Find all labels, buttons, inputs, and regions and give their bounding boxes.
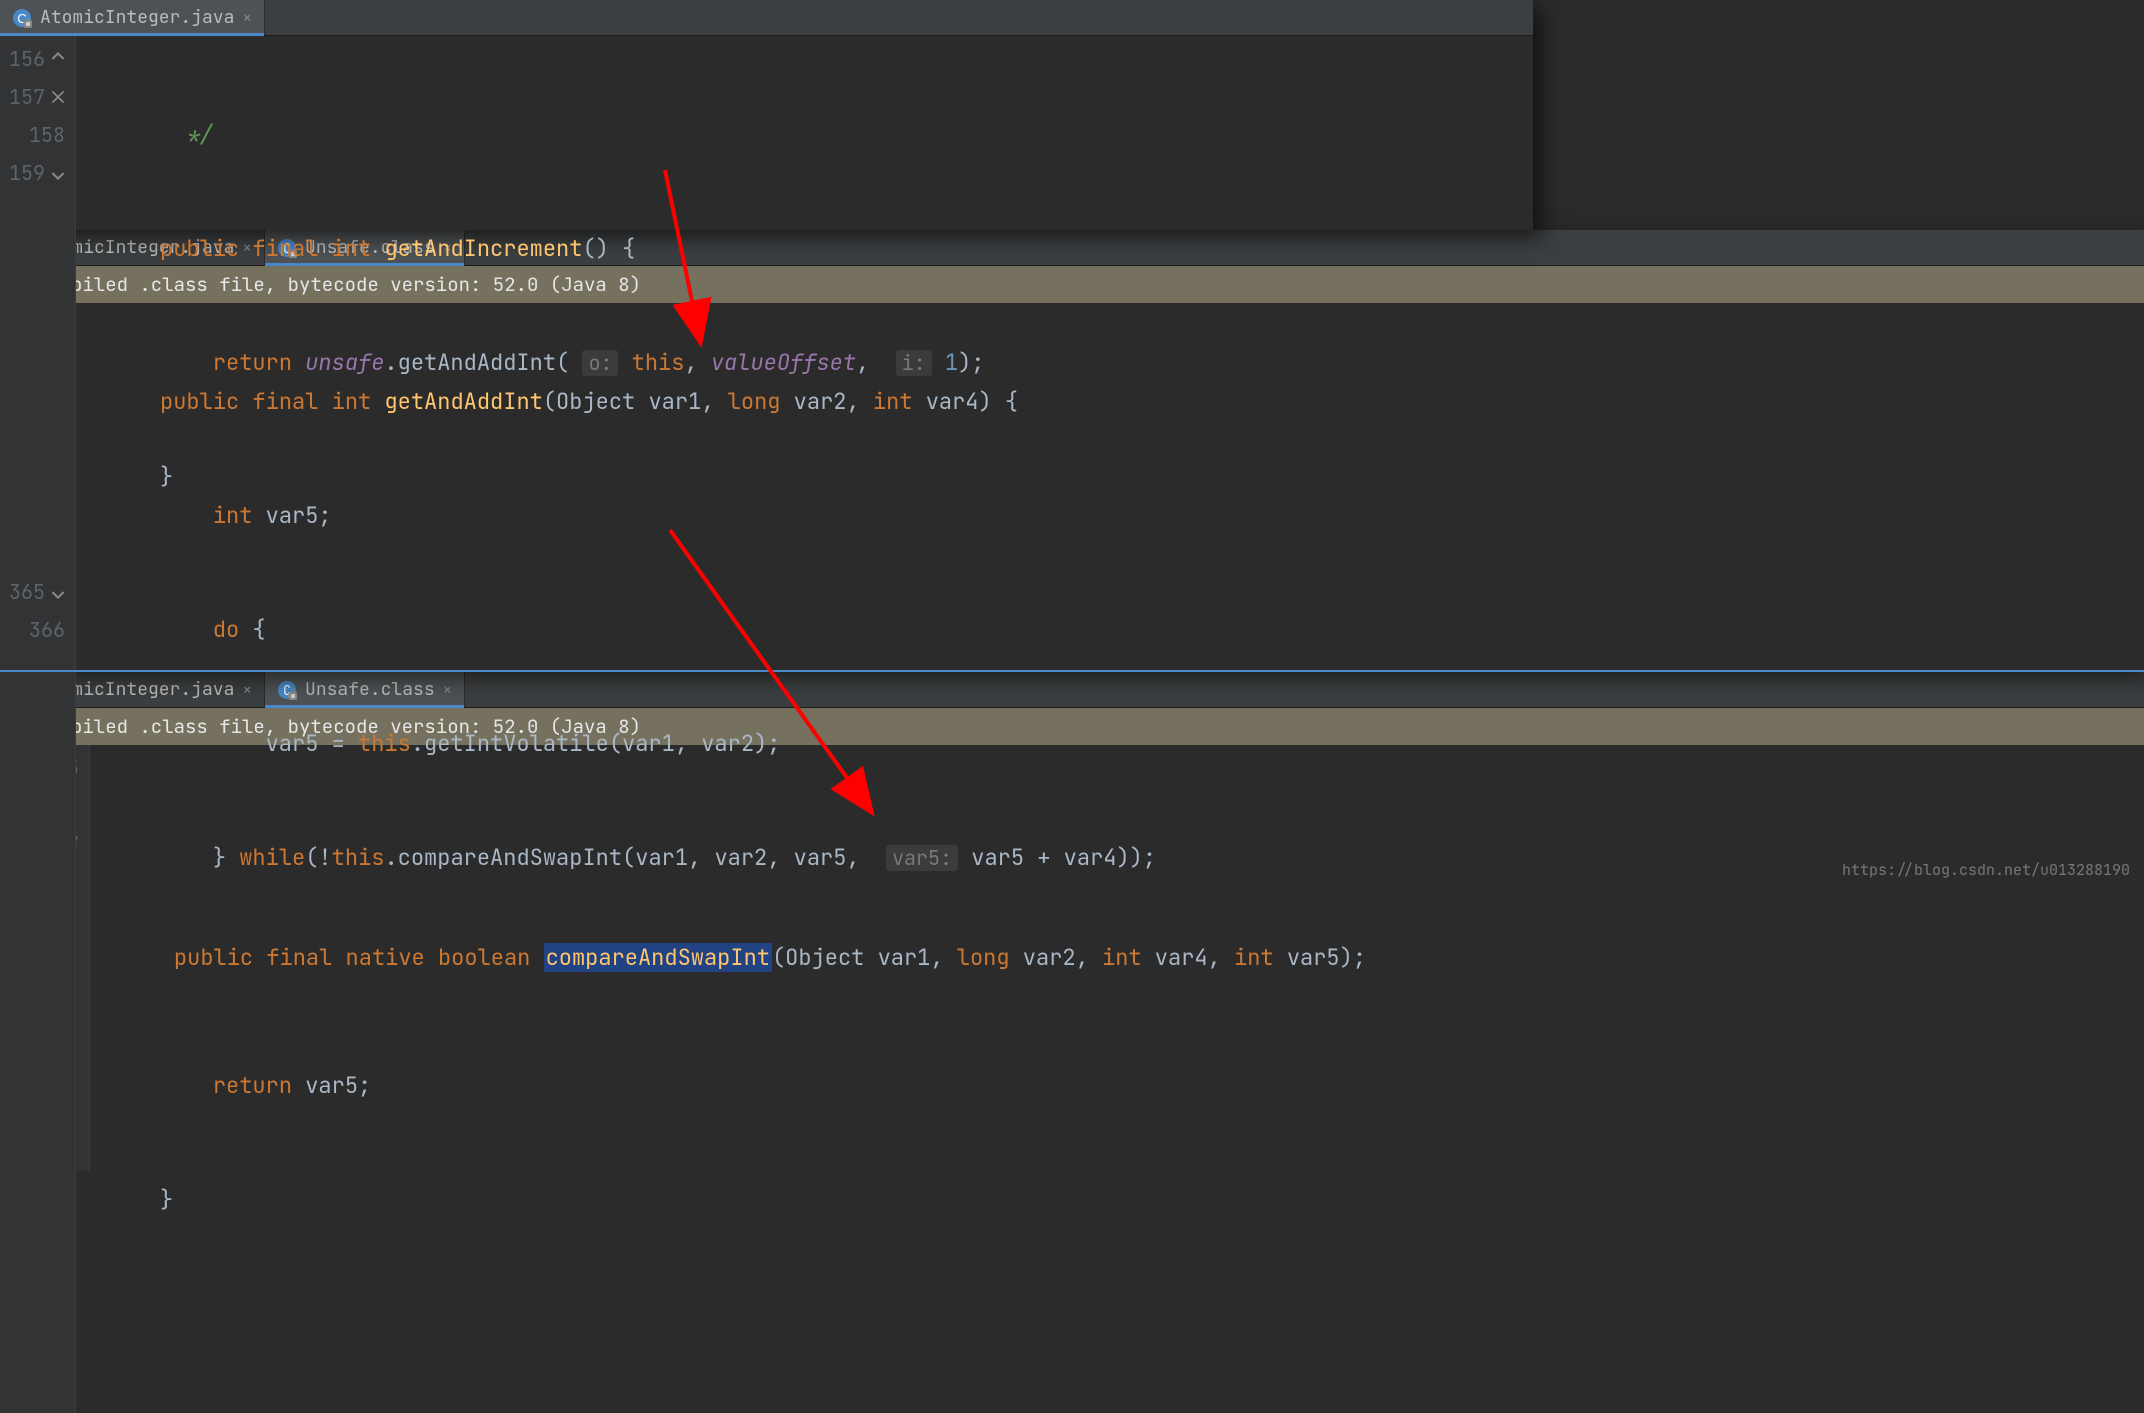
code-row: return unsafe.getAndAddInt( o: this, val… [76,344,1533,382]
line-number: 158 [6,116,65,154]
code-row: var5 = this.getIntVolatile(var1, var2); [76,725,2144,763]
line-number: 157 [6,78,65,116]
fold-icon[interactable] [51,78,65,116]
code-row: } [76,458,1533,496]
line-number: 159 [6,154,65,192]
line-number: 366 [6,611,65,649]
line-number: 365 [6,573,65,611]
class-icon: C [12,8,32,28]
code-row [76,953,2144,991]
fold-icon[interactable] [51,573,65,611]
code-row: do { [76,611,2144,649]
tabbar-1: C AtomicInteger.java × [0,0,1533,36]
fold-icon[interactable] [51,154,65,192]
code-row: */ [76,116,1533,154]
code-row: public final int getAndIncrement() { [76,230,1533,268]
tab-label: AtomicInteger.java [40,6,234,29]
code-row [76,1295,2144,1333]
code-area-1: 156 157 158 159 */ public final int getA… [0,36,1533,576]
code-row: } while(!this.compareAndSwapInt(var1, va… [76,839,2144,877]
watermark: https://blog.csdn.net/u013288190 [1842,860,2130,880]
code-row: } [76,1181,2144,1219]
gutter-1: 156 157 158 159 [0,36,76,576]
line-number: 156 [6,40,65,78]
fold-icon[interactable] [51,40,65,78]
pane-divider [0,670,2144,672]
tab-atomicinteger[interactable]: C AtomicInteger.java × [0,0,265,35]
editor-pane-1: C AtomicInteger.java × 156 157 158 159 *… [0,0,1533,230]
code-1[interactable]: */ public final int getAndIncrement() { … [76,36,1533,576]
code-row: return var5; [76,1067,2144,1105]
close-icon[interactable]: × [242,7,252,28]
